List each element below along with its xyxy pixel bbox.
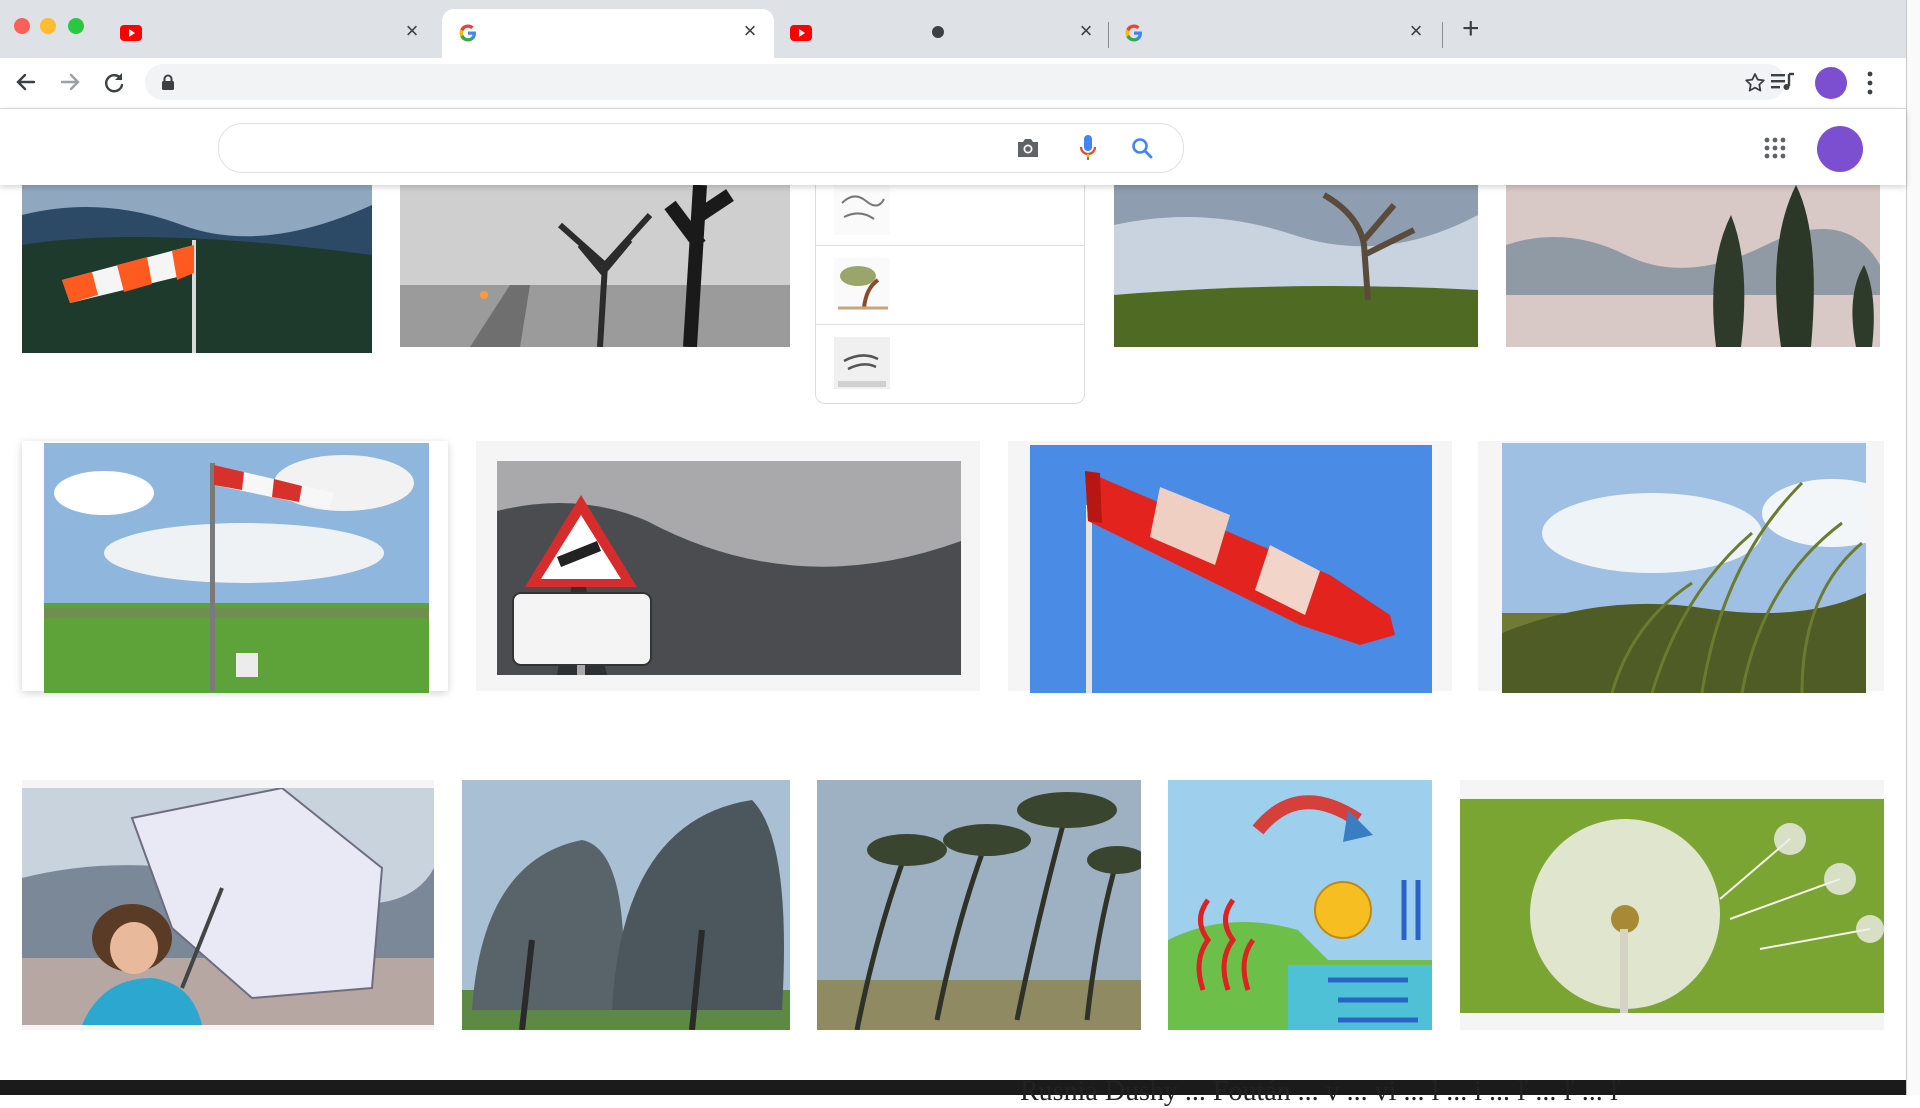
media-queue-icon[interactable]	[1770, 70, 1796, 94]
result-windswept-tree-grassland[interactable]	[1114, 185, 1478, 347]
result-bare-trees-winter-road[interactable]	[400, 185, 790, 347]
tab-youtube-1[interactable]: ×	[100, 9, 430, 58]
kebab-menu-icon[interactable]	[1866, 70, 1874, 96]
result-cypress-trees-cloudy-sky[interactable]	[1506, 185, 1880, 347]
popup-item[interactable]	[816, 185, 1084, 249]
browser-toolbar	[0, 58, 1906, 109]
microphone-icon[interactable]	[1079, 134, 1097, 162]
windblown-tree-thumbnail	[834, 258, 890, 310]
window-close-button[interactable]	[14, 18, 30, 34]
google-icon	[459, 24, 476, 42]
search-input[interactable]	[241, 136, 1005, 162]
result-trees-bent-by-wind[interactable]	[462, 780, 790, 1030]
tab-separator	[1108, 22, 1109, 48]
audio-dot-icon	[932, 26, 944, 38]
popup-item[interactable]	[816, 245, 1084, 324]
search-magnifier-icon[interactable]	[1131, 137, 1153, 159]
result-reeds-in-wind[interactable]	[1502, 443, 1866, 693]
background-window-edge	[1906, 0, 1920, 1095]
wind-icon-thumbnail	[834, 337, 890, 389]
image-results-grid	[0, 185, 1906, 1080]
apps-grid-icon[interactable]	[1764, 137, 1786, 159]
tab-close-icon[interactable]: ×	[400, 19, 424, 43]
result-dandelion-seeds[interactable]	[1460, 799, 1884, 1013]
back-arrow-icon[interactable]	[12, 68, 40, 96]
tab-close-icon[interactable]: ×	[738, 19, 762, 43]
result-woman-umbrella-wind[interactable]	[22, 788, 434, 1025]
reload-icon[interactable]	[100, 68, 128, 96]
camera-search-icon[interactable]	[1015, 136, 1041, 160]
related-suggestions-popup	[815, 185, 1085, 404]
result-wind-diagram[interactable]	[1168, 780, 1432, 1030]
google-icon	[1125, 24, 1142, 42]
tab-google-images[interactable]: ×	[442, 9, 774, 58]
result-pine-trees-coast[interactable]	[817, 780, 1141, 1030]
google-images-header	[0, 109, 1906, 185]
tab-close-icon[interactable]: ×	[1404, 19, 1428, 43]
window-minimize-button[interactable]	[40, 18, 56, 34]
profile-avatar[interactable]	[1815, 67, 1847, 99]
address-bar[interactable]	[145, 64, 1785, 100]
result-windsock-on-pole-mountains[interactable]	[22, 185, 372, 353]
popup-item[interactable]	[816, 324, 1084, 403]
tab-strip: × × × × +	[0, 0, 1906, 58]
account-avatar[interactable]	[1817, 126, 1863, 172]
tab-close-icon[interactable]: ×	[1074, 19, 1098, 43]
result-windsock-airfield[interactable]	[44, 443, 429, 693]
result-wind-warning-sign[interactable]	[497, 461, 961, 675]
youtube-icon	[120, 25, 142, 41]
tab-separator	[1442, 22, 1443, 48]
new-tab-button[interactable]: +	[1462, 14, 1480, 44]
tab-youtube-2[interactable]: ×	[786, 9, 1116, 58]
wind-sketch-thumbnail	[834, 185, 890, 235]
result-windsock-blue-sky[interactable]	[1030, 445, 1432, 693]
tab-google-2[interactable]: ×	[1116, 9, 1446, 58]
forward-arrow-icon[interactable]	[56, 68, 84, 96]
lock-icon[interactable]	[161, 74, 175, 90]
background-window-text: Rusnia Dushy ... Foután ... v ... vi ...…	[1020, 1076, 1622, 1107]
bookmark-star-icon[interactable]	[1743, 71, 1767, 95]
youtube-icon	[790, 25, 812, 41]
search-box[interactable]	[218, 123, 1184, 173]
window-maximize-button[interactable]	[68, 18, 84, 34]
